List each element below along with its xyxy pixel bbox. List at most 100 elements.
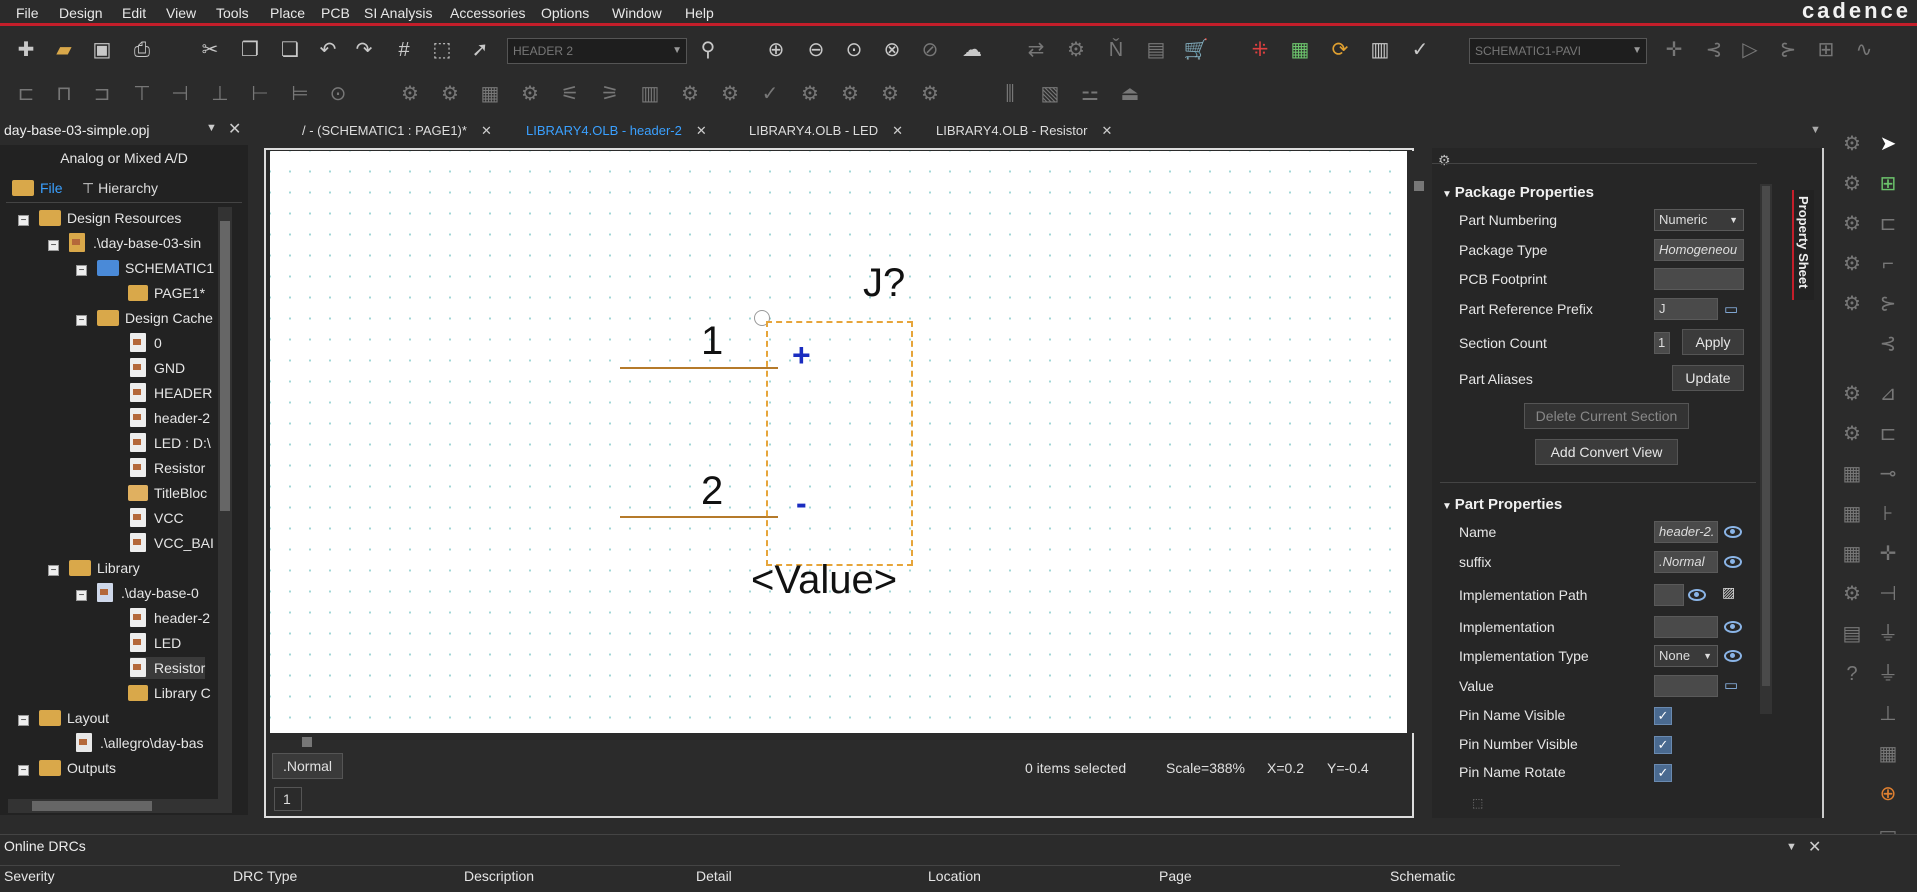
scrollbar-thumb[interactable]	[1414, 181, 1424, 191]
tab-file[interactable]: File	[12, 180, 63, 196]
menu-si-analysis[interactable]: SI Analysis	[364, 5, 432, 21]
tree-item-vcc-bar[interactable]: VCC_BAI	[130, 532, 214, 554]
tree-item-page1[interactable]: PAGE1*	[128, 282, 205, 304]
tool-d-icon[interactable]: ⚙	[516, 80, 544, 108]
tool-p-icon[interactable]: ▧	[1036, 80, 1064, 108]
collapse-icon[interactable]: −	[18, 715, 29, 726]
scrollbar-thumb[interactable]	[1762, 186, 1770, 686]
eye-icon[interactable]	[1688, 589, 1706, 601]
align-center-icon[interactable]: ⊓	[50, 80, 78, 108]
delete-current-section-button[interactable]: Delete Current Section	[1524, 403, 1689, 429]
tool-m-icon[interactable]: ⚙	[876, 80, 904, 108]
value-label[interactable]: <Value>	[751, 558, 897, 603]
tree-item-library[interactable]: − Library	[48, 557, 140, 579]
align-bottom-icon[interactable]: ⊥	[206, 80, 234, 108]
collapse-icon[interactable]: −	[76, 590, 87, 601]
tree-item-schematic1[interactable]: − SCHEMATIC1	[76, 257, 214, 279]
eye-icon[interactable]	[1724, 621, 1742, 633]
marker-icon[interactable]: ⊞	[1812, 36, 1840, 64]
tree-item-header-2[interactable]: header-2	[130, 407, 210, 429]
tree-horizontal-scrollbar[interactable]	[8, 799, 232, 813]
part-body[interactable]	[766, 321, 913, 566]
distribute-v-icon[interactable]: ⊨	[286, 80, 314, 108]
report-icon[interactable]: ▥	[1366, 36, 1394, 64]
collapse-icon[interactable]: −	[76, 265, 87, 276]
property-scrollbar[interactable]	[1760, 184, 1772, 714]
close-icon[interactable]: ✕	[696, 123, 707, 138]
copy-icon[interactable]: ❐	[236, 36, 264, 64]
tree-item-lib-led[interactable]: LED	[130, 632, 181, 654]
tool-j-icon[interactable]: ✓	[756, 80, 784, 108]
tree-item-library-file[interactable]: − .\day-base-0	[76, 582, 199, 604]
menu-options[interactable]: Options	[541, 5, 589, 21]
package-properties-header[interactable]: ▼ Package Properties	[1442, 184, 1594, 201]
name-field[interactable]: header-2.	[1654, 521, 1718, 543]
tool-g-icon[interactable]: ▥	[636, 80, 664, 108]
collapse-icon[interactable]: −	[18, 215, 29, 226]
expand-icon[interactable]: ⬚	[1472, 796, 1483, 810]
new-file-icon[interactable]: ✚	[12, 36, 40, 64]
cloud-icon[interactable]: ☁	[958, 36, 986, 64]
check-icon[interactable]: ✓	[1406, 36, 1434, 64]
pin-1-line[interactable]	[620, 367, 778, 369]
implementation-path-field[interactable]	[1654, 584, 1684, 606]
select-arrow-icon[interactable]: ➤	[1874, 130, 1902, 158]
scrollbar-thumb[interactable]	[32, 801, 152, 811]
place-bezier-icon[interactable]: ✛	[1874, 540, 1902, 568]
open-folder-icon[interactable]: ▰	[50, 36, 78, 64]
menu-pcb[interactable]: PCB	[321, 5, 350, 21]
grid-icon[interactable]: #	[390, 36, 418, 64]
place-ground-alt-icon[interactable]: ⊥	[1874, 700, 1902, 728]
canvas-vertical-scrollbar[interactable]	[1412, 151, 1426, 733]
section-count-field[interactable]: 1	[1654, 332, 1670, 354]
close-icon[interactable]: ✕	[892, 123, 903, 138]
schematic-canvas[interactable]: J? 1 2 + - <Value>	[270, 151, 1407, 733]
column-header-drc-type[interactable]: DRC Type	[233, 868, 297, 884]
run-icon[interactable]: ▷	[1736, 36, 1764, 64]
add-convert-view-button[interactable]: Add Convert View	[1535, 439, 1678, 465]
select-area-icon[interactable]: ⬚	[428, 36, 456, 64]
part-properties-header[interactable]: ▼ Part Properties	[1442, 496, 1562, 513]
tool-q-icon[interactable]: ⚍	[1076, 80, 1104, 108]
tree-item-resistor[interactable]: Resistor	[130, 457, 205, 479]
package-type-field[interactable]: Homogeneou	[1654, 239, 1744, 261]
place-arc-icon[interactable]: ⊦	[1874, 500, 1902, 528]
place-pin-icon[interactable]: ⊏	[1874, 210, 1902, 238]
collapse-icon[interactable]: −	[48, 240, 59, 251]
place-pin-array-icon[interactable]: ⊱	[1874, 290, 1902, 318]
tab-schematic[interactable]: / - (SCHEMATIC1 : PAGE1)* ✕	[290, 118, 504, 144]
zoom-in-icon[interactable]: ⊕	[762, 36, 790, 64]
chevron-down-icon[interactable]: ▼	[1810, 124, 1821, 136]
menu-help[interactable]: Help	[685, 5, 714, 21]
tree-item-led[interactable]: LED : D:\	[130, 432, 211, 454]
paste-icon[interactable]: ❏	[276, 36, 304, 64]
tool-icon[interactable]: ⚙	[1838, 130, 1866, 158]
column-header-severity[interactable]: Severity	[4, 868, 55, 884]
tool-icon[interactable]: ⚙	[1838, 580, 1866, 608]
cr-icon[interactable]: ▦	[1838, 500, 1866, 528]
cis-icon[interactable]: ▦	[1838, 460, 1866, 488]
cut-icon[interactable]: ✂	[196, 36, 224, 64]
menu-window[interactable]: Window	[612, 5, 662, 21]
mouse-icon[interactable]: ⊙	[324, 80, 352, 108]
tree-item-design-resources[interactable]: − Design Resources	[18, 207, 181, 229]
probe-current-icon[interactable]: ⊰	[1700, 36, 1728, 64]
tab-header-2[interactable]: LIBRARY4.OLB - header-2 ✕	[514, 118, 719, 144]
align-top-icon[interactable]: ⊤	[128, 80, 156, 108]
part-numbering-select[interactable]: Numeric ▼	[1654, 209, 1744, 231]
implementation-field[interactable]	[1654, 616, 1718, 638]
redo-icon[interactable]: ↷	[350, 36, 378, 64]
collapse-icon[interactable]: −	[76, 315, 87, 326]
chevron-down-icon[interactable]: ▼	[206, 122, 217, 134]
tool-icon[interactable]: ⚙	[1838, 170, 1866, 198]
canvas-horizontal-scrollbar[interactable]	[270, 733, 1407, 747]
pcb-footprint-field[interactable]	[1654, 268, 1744, 290]
pin-name-visible-checkbox[interactable]: ✓	[1654, 707, 1672, 725]
tool-icon[interactable]: ⚙	[1838, 380, 1866, 408]
tool-f-icon[interactable]: ⚞	[596, 80, 624, 108]
schematic-combo[interactable]: SCHEMATIC1-PAVI ▼	[1469, 38, 1647, 64]
tool-icon[interactable]: ⚙	[1838, 250, 1866, 278]
pin-number-visible-checkbox[interactable]: ✓	[1654, 736, 1672, 754]
eye-icon[interactable]	[1724, 556, 1742, 568]
undo-icon[interactable]: ↶	[314, 36, 342, 64]
